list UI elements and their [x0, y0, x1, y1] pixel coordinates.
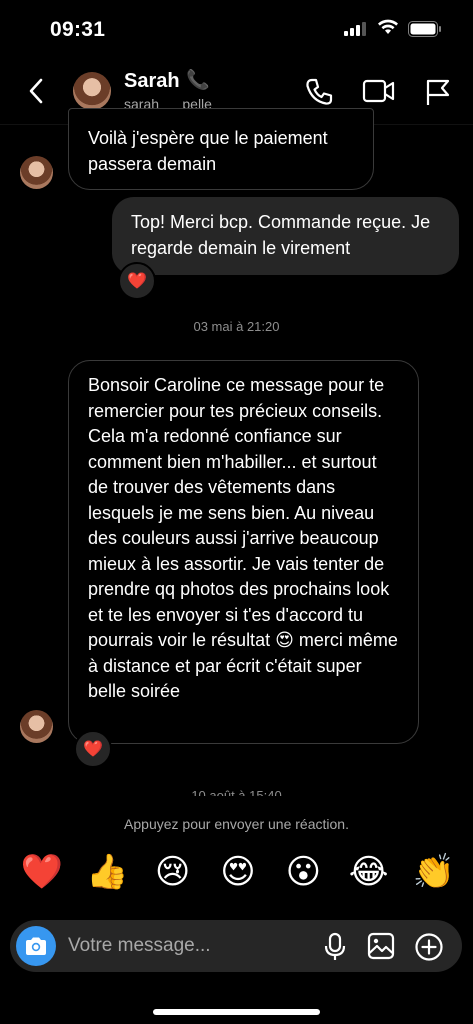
message-bubble-sent[interactable]: Top! Merci bcp. Commande reçue. Je regar…: [112, 197, 459, 275]
plus-icon[interactable]: [414, 932, 444, 962]
reaction-emoji-row: ❤️ 👍 😢 😍 😮 😂 👏: [18, 852, 458, 892]
signal-icon: [344, 22, 366, 36]
message-bubble-received[interactable]: Bonsoir Caroline ce message pour te reme…: [68, 360, 419, 744]
microphone-icon[interactable]: [322, 932, 348, 962]
reaction-hint: Appuyez pour envoyer une réaction.: [124, 816, 349, 832]
phone-icon[interactable]: [304, 77, 334, 107]
crying-emoji-button[interactable]: 😢: [149, 852, 197, 892]
avatar[interactable]: [20, 710, 53, 743]
clapping-emoji-button[interactable]: 👏: [410, 852, 458, 892]
wifi-icon: [378, 19, 398, 34]
phone-emoji: 📞: [186, 70, 210, 91]
surprised-emoji-button[interactable]: 😮: [279, 852, 327, 892]
message-bubble-received[interactable]: Voilà j'espère que le paiement passera d…: [68, 108, 374, 190]
back-icon[interactable]: [26, 77, 46, 105]
heart-eyes-emoji-button[interactable]: 😍: [214, 852, 262, 892]
thumbs-up-emoji-button[interactable]: 👍: [83, 852, 131, 892]
status-time: 09:31: [50, 18, 106, 41]
message-text: Top! Merci bcp. Commande reçue. Je regar…: [131, 212, 431, 258]
heart-reaction[interactable]: ❤️: [74, 730, 112, 768]
camera-button[interactable]: [16, 926, 56, 966]
heart-emoji-button[interactable]: ❤️: [18, 852, 66, 892]
avatar[interactable]: [73, 72, 111, 110]
contact-name[interactable]: Sarah: [124, 70, 180, 93]
heart-reaction[interactable]: ❤️: [118, 262, 156, 300]
timestamp: 10 août à 15:40: [191, 788, 282, 796]
laughing-emoji-button[interactable]: 😂: [345, 852, 393, 892]
timestamp: 03 mai à 21:20: [193, 319, 280, 334]
battery-icon: [408, 21, 441, 37]
message-text: Bonsoir Caroline ce message pour te reme…: [88, 375, 398, 701]
gallery-icon[interactable]: [367, 932, 395, 960]
heart-icon: ❤️: [83, 741, 103, 758]
avatar[interactable]: [20, 156, 53, 189]
heart-icon: ❤️: [127, 273, 147, 290]
home-indicator: [153, 1009, 320, 1015]
message-text: Voilà j'espère que le paiement passera d…: [88, 128, 328, 174]
video-icon[interactable]: [362, 77, 396, 105]
flag-icon[interactable]: [424, 77, 452, 107]
camera-icon: [26, 937, 46, 955]
message-input[interactable]: [68, 934, 308, 958]
